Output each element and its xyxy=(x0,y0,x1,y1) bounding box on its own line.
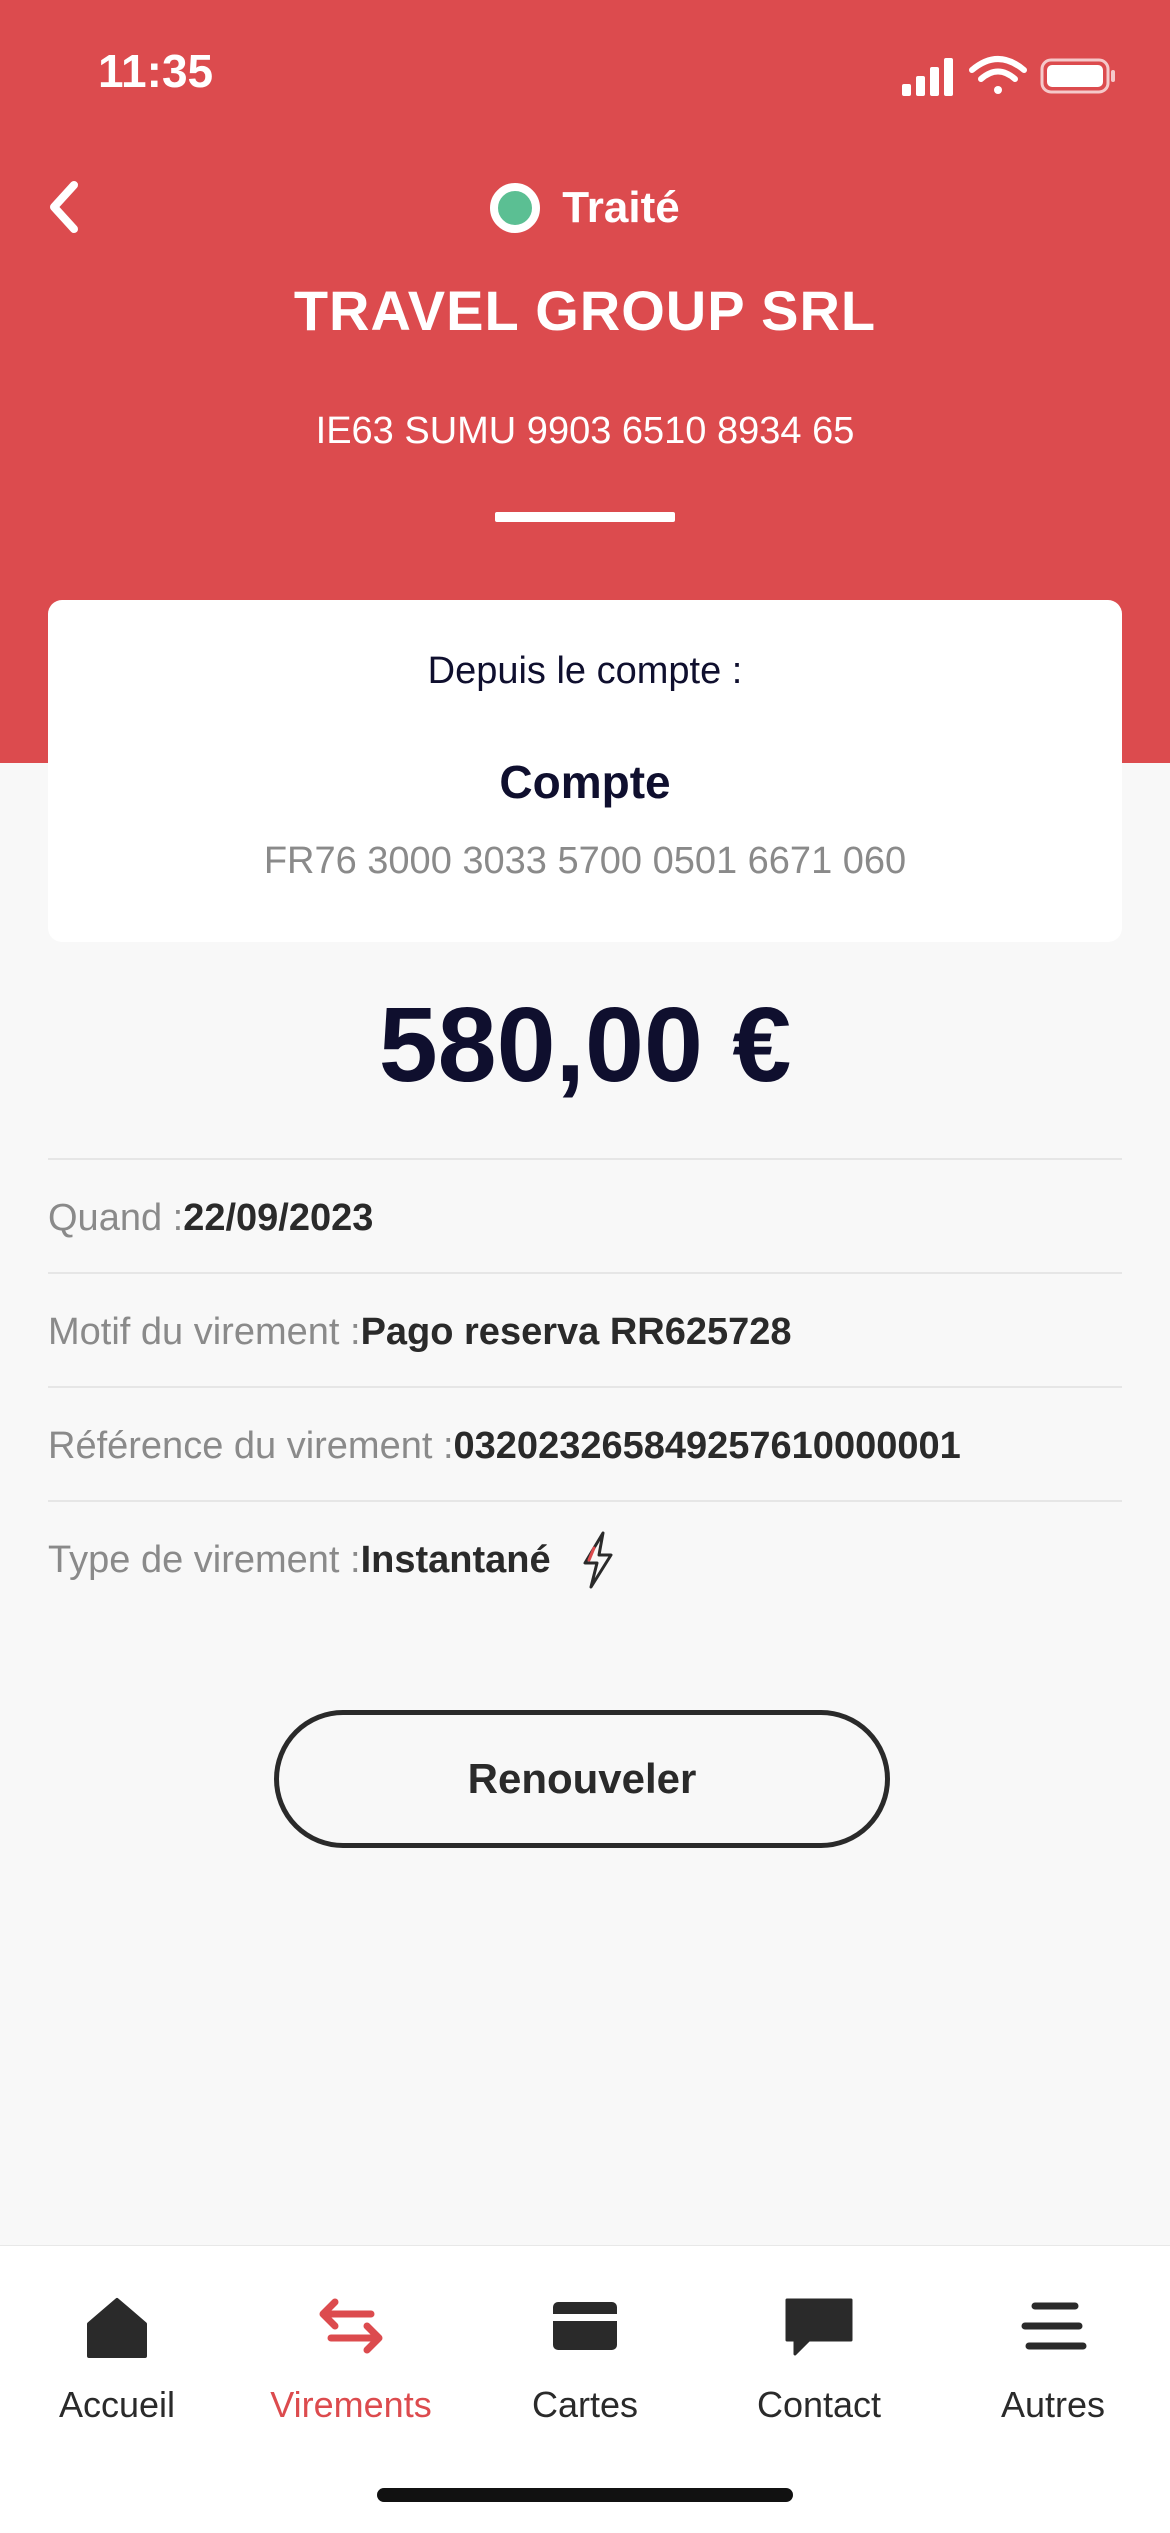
tab-accueil[interactable]: Accueil xyxy=(0,2286,234,2446)
tab-label: Cartes xyxy=(531,2384,639,2425)
divider xyxy=(48,1158,1122,1160)
divider xyxy=(48,1500,1122,1502)
detail-label: Motif du virement : xyxy=(48,1310,361,1353)
transfer-status: Traité xyxy=(0,178,1170,238)
divider xyxy=(48,1272,1122,1274)
detail-row-motif: Motif du virement : Pago reserva RR62572… xyxy=(48,1302,1122,1362)
detail-value: Instantané xyxy=(360,1538,551,1581)
chat-icon xyxy=(785,2298,853,2356)
wifi-icon xyxy=(969,56,1027,94)
signal-icon xyxy=(902,58,953,96)
source-account-label: Depuis le compte : xyxy=(427,650,743,692)
menu-icon xyxy=(1021,2302,1087,2350)
source-account-card: Depuis le compte : Compte FR76 3000 3033… xyxy=(48,600,1122,942)
detail-label: Référence du virement : xyxy=(48,1424,454,1467)
tab-label: Contact xyxy=(756,2384,882,2425)
tab-autres[interactable]: Autres xyxy=(936,2286,1170,2446)
status-dot-icon xyxy=(490,183,541,233)
status-bar-time: 11:35 xyxy=(98,45,214,97)
status-bar-icons xyxy=(902,56,1115,96)
card-icon xyxy=(553,2302,617,2350)
beneficiary-name: TRAVEL GROUP SRL xyxy=(293,279,877,342)
detail-value: 032023265849257610000001 xyxy=(453,1424,961,1467)
detail-value: Pago reserva RR625728 xyxy=(360,1310,792,1353)
detail-label: Type de virement : xyxy=(48,1538,361,1581)
source-account-iban: FR76 3000 3033 5700 0501 6671 060 xyxy=(263,840,907,882)
tab-contact[interactable]: Contact xyxy=(702,2286,936,2446)
lightning-icon xyxy=(583,1531,613,1589)
beneficiary-iban: IE63 SUMU 9903 6510 8934 65 xyxy=(315,410,855,452)
detail-value: 22/09/2023 xyxy=(183,1196,374,1239)
transfer-amount: 580,00 € xyxy=(378,986,792,1104)
tab-virements[interactable]: Virements xyxy=(234,2286,468,2446)
detail-label: Quand : xyxy=(48,1196,184,1239)
divider xyxy=(48,1386,1122,1388)
tab-label: Virements xyxy=(270,2384,432,2425)
transfer-arrows-icon xyxy=(319,2298,383,2354)
home-icon xyxy=(87,2298,147,2358)
tab-label: Accueil xyxy=(58,2384,176,2425)
detail-row-reference: Référence du virement : 0320232658492576… xyxy=(48,1416,1122,1476)
home-indicator[interactable] xyxy=(377,2488,793,2502)
renew-button[interactable]: Renouveler xyxy=(274,1710,890,1848)
battery-icon xyxy=(1040,58,1115,94)
detail-row-type: Type de virement : Instantané xyxy=(48,1530,1122,1590)
detail-row-date: Quand : 22/09/2023 xyxy=(48,1188,1122,1248)
status-label: Traité xyxy=(562,183,680,232)
tab-label: Autres xyxy=(1000,2384,1106,2425)
tab-cartes[interactable]: Cartes xyxy=(468,2286,702,2446)
header-underline xyxy=(495,512,675,522)
source-account-name: Compte xyxy=(499,756,671,808)
